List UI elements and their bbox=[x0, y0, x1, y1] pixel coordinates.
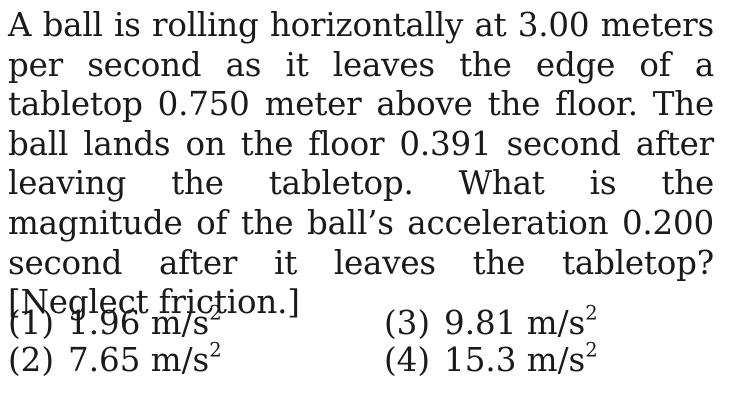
choice-value: 9.81 bbox=[444, 304, 517, 342]
choice-unit: m/s bbox=[150, 341, 210, 379]
choice-unit: m/s bbox=[526, 341, 586, 379]
choice-number: (1) bbox=[8, 304, 55, 342]
choice-exponent: 2 bbox=[209, 301, 222, 325]
choice-number: (2) bbox=[8, 341, 55, 379]
choice-exponent: 2 bbox=[585, 301, 598, 325]
choice-unit: m/s bbox=[150, 304, 210, 342]
choice-value: 15.3 bbox=[444, 341, 517, 379]
choice-number: (4) bbox=[384, 341, 431, 379]
question-text: A ball is rolling horizontally at 3.00 m… bbox=[8, 6, 714, 322]
choice-1: (1) 1.96 m/s2 bbox=[8, 303, 222, 342]
choice-number: (3) bbox=[384, 304, 431, 342]
choice-3: (3) 9.81 m/s2 bbox=[384, 303, 598, 342]
choice-unit: m/s bbox=[526, 304, 586, 342]
choice-value: 7.65 bbox=[68, 341, 141, 379]
choice-2: (2) 7.65 m/s2 bbox=[8, 340, 222, 379]
choice-4: (4) 15.3 m/s2 bbox=[384, 340, 598, 379]
choice-value: 1.96 bbox=[68, 304, 141, 342]
choice-exponent: 2 bbox=[585, 338, 598, 362]
choice-exponent: 2 bbox=[209, 338, 222, 362]
